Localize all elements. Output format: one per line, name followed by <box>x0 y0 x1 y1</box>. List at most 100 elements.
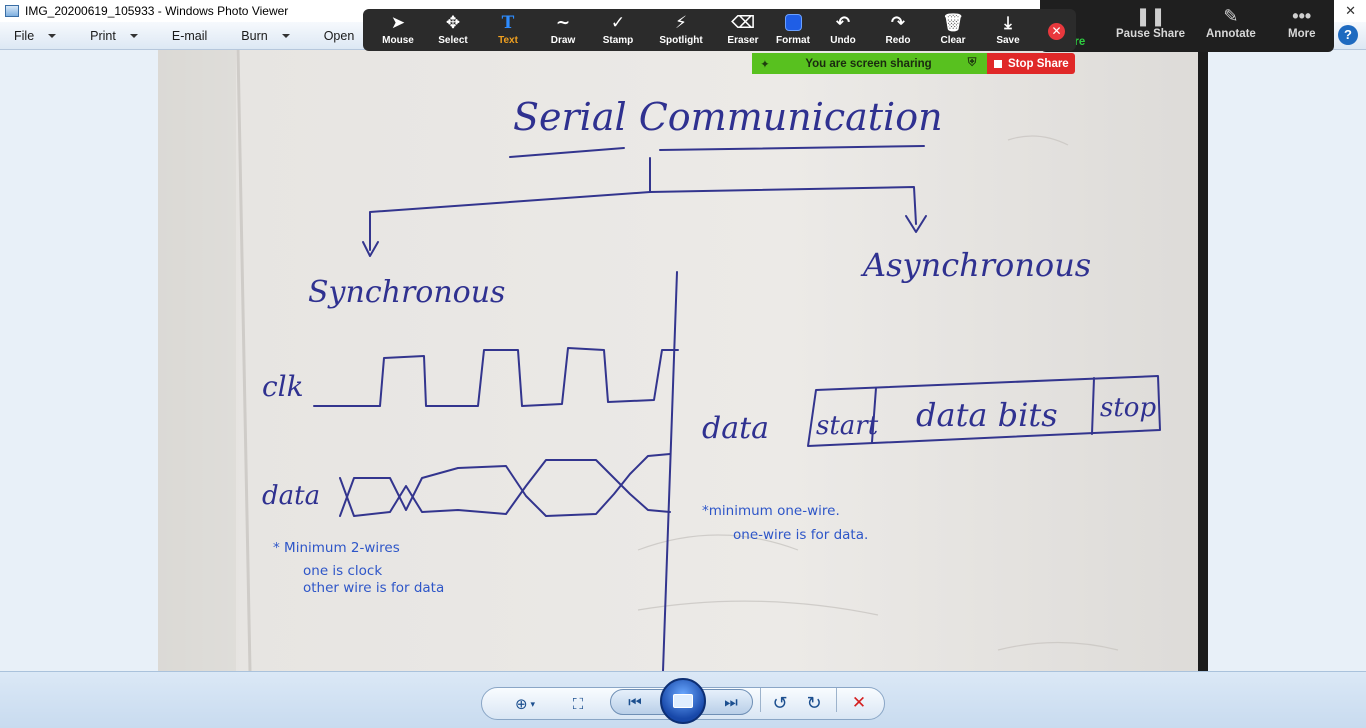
delete-icon: ✕ <box>851 693 867 712</box>
more-icon: ••• <box>1292 6 1312 26</box>
note-left-line2: one is clock <box>303 563 383 579</box>
zoom-button[interactable]: ⊕ ▾ <box>508 693 542 715</box>
more-button[interactable]: ••• More <box>1288 6 1315 40</box>
previous-button[interactable]: ⏮ <box>622 691 648 713</box>
divider <box>760 688 761 712</box>
checkmark-icon: ✓ <box>610 13 626 32</box>
tool-undo[interactable]: ↶ Undo <box>828 9 858 51</box>
more-label: More <box>1288 28 1316 40</box>
asynchronous-handwriting: Asynchronous <box>860 246 1091 284</box>
tool-redo-label: Redo <box>885 35 911 46</box>
pencil-icon: ✎ <box>1223 6 1239 26</box>
chevron-down-icon <box>48 33 57 38</box>
note-right-line1: *minimum one-wire. <box>702 503 840 519</box>
tool-select-label: Select <box>438 35 468 46</box>
window-title: IMG_20200619_105933 - Windows Photo View… <box>25 4 289 18</box>
rotate-right-button[interactable]: ↻ <box>802 692 826 714</box>
annotation-toolbar: ➤ Mouse ✥ Select T Text ∼ Draw ✓ Stamp ⚡… <box>363 9 1076 51</box>
stop-share-button[interactable]: Stop Share <box>987 53 1075 74</box>
tool-eraser-label: Eraser <box>727 35 759 46</box>
tool-clear[interactable]: 🗑 Clear <box>938 9 968 51</box>
eraser-icon: ⌫ <box>730 13 756 32</box>
frame-data-bits-handwriting: data bits <box>916 396 1058 434</box>
chevron-down-icon: ▾ <box>530 698 536 709</box>
menu-print[interactable]: Print <box>84 26 144 46</box>
note-right-line2: one-wire is for data. <box>733 527 869 543</box>
tool-clear-label: Clear <box>940 35 966 46</box>
tool-stamp[interactable]: ✓ Stamp <box>601 9 635 51</box>
menu-file-label: File <box>14 28 35 43</box>
rotate-cw-icon: ↻ <box>806 692 822 713</box>
screen-sharing-text: You are screen sharing <box>805 57 932 70</box>
menu-open-label: Open <box>323 28 355 43</box>
actual-size-button[interactable]: ⛶ <box>566 693 590 715</box>
menu-email[interactable]: E-mail <box>166 26 213 46</box>
slideshow-icon <box>673 694 693 708</box>
delete-button[interactable]: ✕ <box>847 692 871 714</box>
data-label-right-handwriting: data <box>702 411 769 446</box>
redo-icon: ↷ <box>890 13 906 32</box>
tool-mouse-label: Mouse <box>382 35 414 46</box>
window-close-icon[interactable]: ✕ <box>1345 3 1356 19</box>
tool-save[interactable]: ⤓ Save <box>993 9 1023 51</box>
fit-window-icon: ⛶ <box>572 695 584 713</box>
close-annotation-icon[interactable]: ✕ <box>1048 23 1065 40</box>
note-left-line1: * Minimum 2-wires <box>273 540 400 556</box>
trash-icon: 🗑 <box>942 13 964 32</box>
data-label-left-handwriting: data <box>262 481 320 511</box>
title-handwriting: Serial Communication <box>513 95 943 139</box>
rotate-left-button[interactable]: ↺ <box>768 692 792 714</box>
divider <box>836 688 837 712</box>
tool-format-label: Format <box>776 35 810 46</box>
cursor-icon: ➤ <box>390 13 406 32</box>
next-button[interactable]: ⏭ <box>718 691 744 713</box>
tool-eraser[interactable]: ⌫ Eraser <box>726 9 760 51</box>
move-icon: ✥ <box>445 13 461 32</box>
tool-text[interactable]: T Text <box>493 9 523 51</box>
slideshow-button[interactable] <box>660 678 706 724</box>
tool-redo[interactable]: ↷ Redo <box>883 9 913 51</box>
photo-viewer-icon <box>5 5 19 17</box>
pause-icon: ❚❚ <box>1135 6 1166 26</box>
zoom-icon: ⊕ <box>514 696 528 713</box>
annotate-label: Annotate <box>1206 28 1256 40</box>
frame-start-handwriting: start <box>816 411 879 441</box>
squiggle-icon: ∼ <box>555 13 571 32</box>
annotate-button[interactable]: ✎ Annotate <box>1206 6 1256 40</box>
tool-select[interactable]: ✥ Select <box>438 9 468 51</box>
menu-burn[interactable]: Burn <box>235 26 295 46</box>
photo-edge <box>1198 50 1208 671</box>
help-icon[interactable]: ? <box>1338 25 1358 45</box>
stop-icon <box>994 59 1002 68</box>
tool-stamp-label: Stamp <box>602 35 634 46</box>
previous-icon: ⏮ <box>628 693 642 711</box>
tool-mouse[interactable]: ➤ Mouse <box>382 9 414 51</box>
clk-label-handwriting: clk <box>262 370 304 403</box>
color-swatch-icon <box>784 14 802 31</box>
tool-draw[interactable]: ∼ Draw <box>548 9 578 51</box>
tool-spotlight-label: Spotlight <box>659 35 703 46</box>
tool-save-label: Save <box>996 35 1020 46</box>
tool-draw-label: Draw <box>550 35 576 46</box>
stop-share-label: Stop Share <box>1008 57 1069 70</box>
text-icon: T <box>501 13 515 33</box>
tool-text-label: Text <box>498 35 518 46</box>
note-left-line3: other wire is for data <box>303 580 445 596</box>
photo-viewer-window: IMG_20200619_105933 - Windows Photo View… <box>0 0 1366 728</box>
tool-spotlight[interactable]: ⚡ Spotlight <box>657 9 705 51</box>
menu-file[interactable]: File <box>8 26 62 46</box>
next-icon: ⏭ <box>724 693 738 711</box>
shield-icon: ⛨ <box>967 57 977 69</box>
screen-sharing-banner[interactable]: ✦ You are screen sharing ⛨ <box>752 53 987 74</box>
rotate-ccw-icon: ↺ <box>772 692 788 713</box>
menu-print-label: Print <box>90 28 116 43</box>
frame-stop-handwriting: stop <box>1100 393 1156 423</box>
chevron-down-icon <box>281 33 290 38</box>
pause-share-button[interactable]: ❚❚ Pause Share <box>1116 6 1185 40</box>
menu-email-label: E-mail <box>171 28 208 43</box>
menu-burn-label: Burn <box>241 28 268 43</box>
drag-pin-icon: ✦ <box>760 58 770 71</box>
tool-format[interactable]: Format <box>775 9 811 51</box>
tool-undo-label: Undo <box>830 35 856 46</box>
synchronous-handwriting: Synchronous <box>308 275 505 310</box>
